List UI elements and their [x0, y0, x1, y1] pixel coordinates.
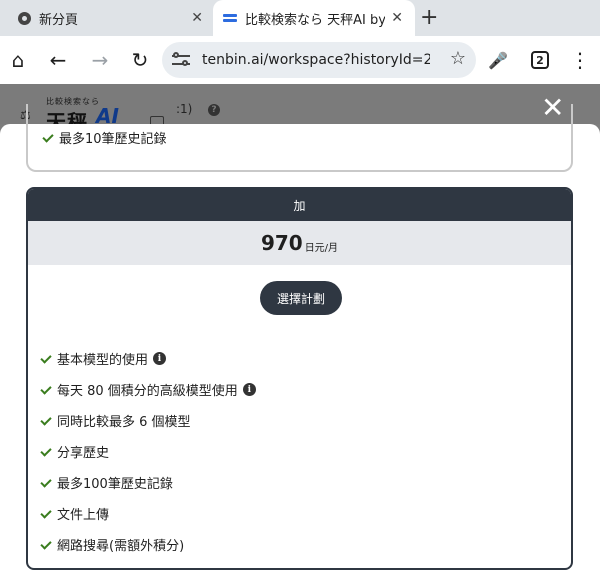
address-bar[interactable]: tenbin.ai/workspace?historyId=24526 ☆ — [162, 42, 476, 78]
feature-item: 同時比較最多 6 個模型 — [40, 405, 256, 436]
check-icon — [40, 448, 52, 456]
url-text[interactable]: tenbin.ai/workspace?historyId=24526 — [202, 52, 430, 68]
check-icon — [40, 417, 52, 425]
price-unit: 日元/月 — [304, 242, 339, 254]
feature-item: 最多10筆歷史記錄 — [42, 128, 167, 147]
check-icon — [40, 510, 52, 518]
tab-title: 新分頁 — [39, 12, 79, 28]
feature-text: 文件上傳 — [57, 508, 110, 523]
feature-text: 網路搜尋(需額外積分) — [57, 539, 185, 554]
page-viewport: ⚖ 比較検索なら 天秤 AI :1) ? ✕ 最多10筆歷史記錄 加 970 日… — [0, 84, 600, 580]
feature-item: 每天 80 個積分的高級模型使用 i — [40, 374, 256, 405]
feature-item: 最多100筆歷史記錄 — [40, 467, 256, 498]
feature-item: 網路搜尋(需額外積分) — [40, 529, 256, 560]
bookmark-star-icon[interactable]: ☆ — [450, 48, 466, 69]
feature-text: 最多100筆歷史記錄 — [57, 477, 173, 492]
plan-name-text: 加 — [293, 198, 306, 213]
plan-name: 加 — [28, 189, 571, 221]
plan-price: 970 日元/月 — [28, 221, 571, 265]
tab-switcher-button[interactable]: 2 — [526, 36, 554, 84]
microphone-icon[interactable]: 🎤 — [484, 36, 512, 84]
feature-item: 基本模型的使用 i — [40, 343, 256, 374]
feature-text: 分享歷史 — [57, 446, 110, 461]
check-icon — [40, 355, 52, 363]
forward-icon[interactable]: → — [86, 36, 114, 84]
plan-card-plus: 加 970 日元/月 選擇計劃 基本模型的使用 i 每天 80 個積分的高級模型… — [26, 187, 573, 570]
check-icon — [40, 386, 52, 394]
browser-toolbar: ⌂ ← → ↻ tenbin.ai/workspace?historyId=24… — [0, 36, 600, 84]
close-icon[interactable]: ✕ — [391, 8, 403, 28]
tab-strip: 新分頁 ✕ 比較検索なら 天秤AI byGMO ✕ + — [0, 0, 600, 36]
tab-count: 2 — [531, 51, 549, 69]
previous-plan-card: 最多10筆歷史記錄 — [26, 104, 573, 172]
reload-icon[interactable]: ↻ — [126, 36, 154, 84]
check-icon — [40, 541, 52, 549]
info-icon[interactable]: i — [242, 383, 256, 396]
info-icon[interactable]: i — [153, 352, 167, 365]
pricing-modal: 最多10筆歷史記錄 加 970 日元/月 選擇計劃 基本模型的使用 i 每天 8… — [0, 104, 600, 580]
tab-new-tab[interactable]: 新分頁 ✕ — [0, 0, 213, 36]
tab-tenbin[interactable]: 比較検索なら 天秤AI byGMO ✕ — [213, 0, 415, 36]
feature-item: 分享歷史 — [40, 436, 256, 467]
select-plan-button[interactable]: 選擇計劃 — [260, 281, 342, 315]
check-icon — [42, 134, 54, 142]
site-settings-icon[interactable] — [172, 51, 190, 69]
chrome-icon — [18, 11, 31, 25]
feature-text: 每天 80 個積分的高級模型使用 — [57, 384, 238, 399]
new-tab-button[interactable]: + — [420, 4, 438, 32]
price-amount: 970 — [260, 231, 303, 255]
feature-list: 基本模型的使用 i 每天 80 個積分的高級模型使用 i 同時比較最多 6 個模… — [40, 343, 256, 560]
check-icon — [40, 479, 52, 487]
back-icon[interactable]: ← — [44, 36, 72, 84]
feature-text: 同時比較最多 6 個模型 — [57, 415, 191, 430]
tenbin-favicon-icon — [223, 14, 237, 22]
close-icon[interactable]: ✕ — [191, 8, 203, 28]
feature-text: 基本模型的使用 — [57, 353, 149, 368]
feature-text: 最多10筆歷史記錄 — [59, 132, 167, 147]
tab-title: 比較検索なら 天秤AI byGMO — [245, 12, 385, 28]
home-icon[interactable]: ⌂ — [4, 36, 32, 84]
feature-item: 文件上傳 — [40, 498, 256, 529]
menu-icon[interactable]: ⋮ — [566, 36, 594, 84]
